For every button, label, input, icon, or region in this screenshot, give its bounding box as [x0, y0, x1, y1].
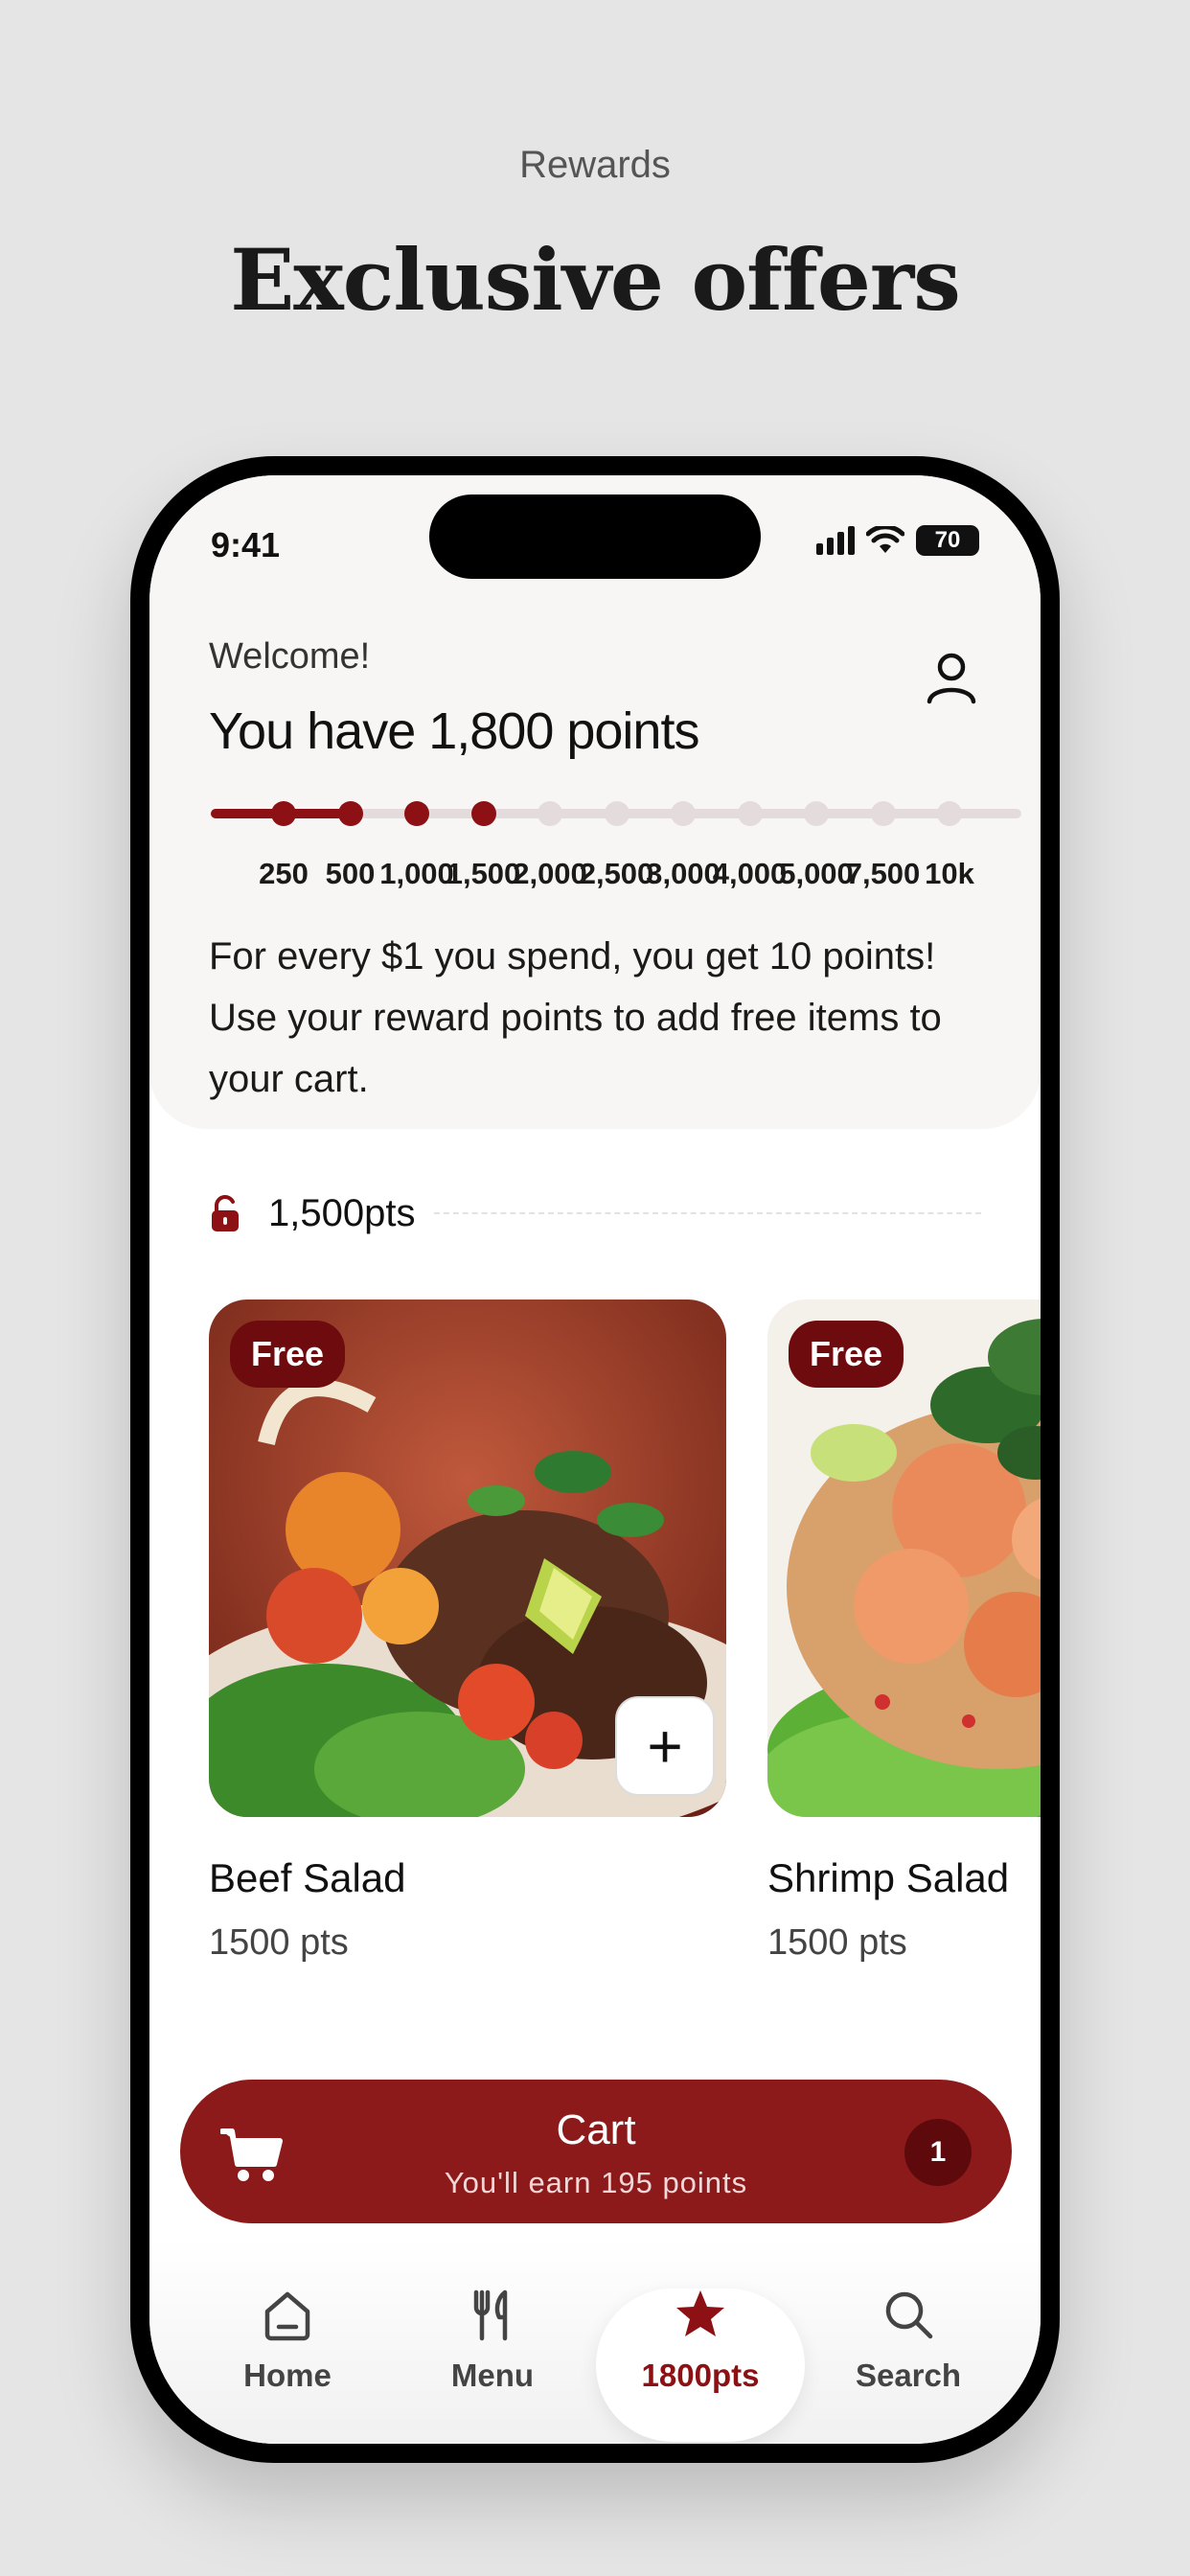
points-title: You have 1,800 points [209, 702, 699, 760]
tab-rewards[interactable]: 1800pts [605, 2287, 796, 2394]
milestone-dot [870, 801, 896, 826]
cart-count-badge: 1 [904, 2119, 972, 2186]
shrimp-salad-image[interactable]: Free [767, 1300, 1041, 1817]
section-eyebrow: Rewards [519, 144, 671, 186]
item-points: 1500 pts [209, 1922, 349, 1963]
utensils-icon [473, 2289, 508, 2341]
reward-item-card[interactable]: Free + Beef Salad 1500 pts [209, 1300, 726, 1964]
beef-salad-image[interactable]: Free + [209, 1300, 726, 1817]
milestone-label: 2,000 [513, 857, 587, 890]
points-progress-track [211, 801, 1021, 826]
milestone-dot [804, 801, 829, 826]
tier-label: 1,500pts [268, 1191, 416, 1234]
tier-divider [434, 1212, 981, 1214]
milestone-dot [538, 801, 562, 826]
milestone-label: 5,000 [779, 857, 854, 890]
milestone-label: 1,000 [379, 857, 454, 890]
tab-search[interactable]: Search [812, 2287, 1004, 2394]
tab-label: 1800pts [641, 2358, 760, 2393]
search-icon [885, 2291, 933, 2339]
milestone-label: 7,500 [845, 857, 921, 890]
battery-icon: 70 [916, 525, 979, 556]
signal-icon [816, 526, 855, 555]
profile-icon[interactable] [924, 650, 979, 705]
cart-title: Cart [556, 2106, 636, 2153]
plus-icon: + [647, 1712, 683, 1781]
milestone-dot [337, 801, 363, 826]
page-headline: Exclusive offers [230, 230, 961, 330]
tab-label: Search [855, 2358, 962, 2393]
add-to-cart-button[interactable]: + [615, 1696, 715, 1796]
milestone-dot [737, 801, 763, 826]
tier-header: 1,500pts [209, 1186, 981, 1240]
dynamic-island [429, 494, 761, 579]
star-icon [676, 2290, 724, 2336]
milestone-dot [470, 801, 496, 826]
phone-frame: 9:41 70 Welcome! You have 1,800 points 2… [130, 456, 1060, 2463]
milestone-label: 3,000 [646, 857, 721, 890]
milestone-dot [671, 801, 696, 826]
wifi-icon [866, 526, 904, 553]
milestone-label: 10k [925, 857, 974, 890]
app-screen: 9:41 70 Welcome! You have 1,800 points 2… [149, 475, 1041, 2444]
milestone-label: 4,000 [712, 857, 788, 890]
item-name: Shrimp Salad [767, 1855, 1010, 1900]
cart-earn-text: You'll earn 195 points [444, 2166, 748, 2199]
reward-item-card[interactable]: Free Shrimp Salad 1500 pts [767, 1300, 1041, 1964]
milestone-label: 2,500 [579, 857, 654, 890]
item-name: Beef Salad [209, 1855, 406, 1900]
milestone-label: 250 [259, 857, 309, 890]
milestone-dot [937, 801, 962, 826]
points-info-text: For every $1 you spend, you get 10 point… [209, 935, 942, 1100]
milestone-dot [404, 801, 429, 826]
milestone-dot [271, 801, 296, 826]
status-time: 9:41 [211, 525, 281, 564]
milestone-label: 500 [325, 857, 376, 890]
milestone-dot [604, 801, 629, 826]
welcome-text: Welcome! [209, 636, 371, 677]
free-badge: Free [789, 1321, 904, 1388]
home-icon [264, 2291, 310, 2341]
tab-label: Menu [450, 2358, 535, 2393]
milestone-label: 1,500 [446, 857, 521, 890]
unlock-icon [212, 1195, 239, 1231]
tab-home[interactable]: Home [192, 2287, 383, 2394]
tab-menu[interactable]: Menu [397, 2287, 588, 2394]
cart-button[interactable]: Cart You'll earn 195 points 1 [180, 2080, 1012, 2223]
status-icons: 70 [816, 525, 979, 556]
free-badge: Free [230, 1321, 346, 1388]
item-points: 1500 pts [767, 1922, 907, 1963]
tab-label: Home [243, 2358, 332, 2393]
